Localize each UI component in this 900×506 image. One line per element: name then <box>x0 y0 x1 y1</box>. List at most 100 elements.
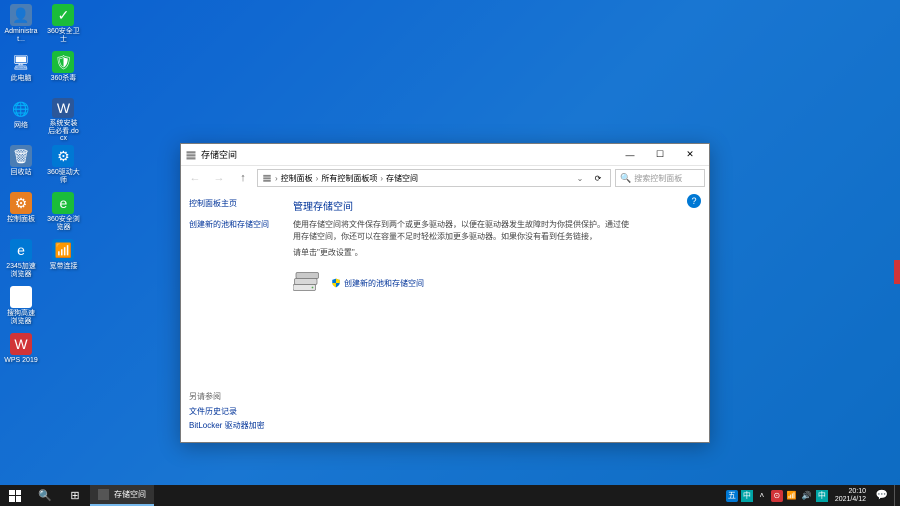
desktop-icon-label: 搜狗高速浏览器 <box>4 310 38 325</box>
app-icon <box>98 489 109 500</box>
desktop-icon[interactable]: 📶 宽带连接 <box>46 239 80 284</box>
description-text-2: 请单击"更改设置"。 <box>293 247 633 259</box>
desktop-icon[interactable]: ⚙ 360驱动大师 <box>46 145 80 190</box>
breadcrumb[interactable]: › 控制面板 › 所有控制面板项 › 存储空间 ⌄ ⟳ <box>257 169 611 187</box>
desktop-icon[interactable]: 🗑 回收站 <box>4 145 38 190</box>
volume-icon[interactable]: 🔊 <box>801 490 813 502</box>
desktop-icon-image: 🗑 <box>10 145 32 167</box>
breadcrumb-item[interactable]: 控制面板 <box>281 173 313 184</box>
breadcrumb-home-icon <box>262 173 272 183</box>
related-links: 另请参阅 文件历史记录 BitLocker 驱动器加密 <box>189 391 265 434</box>
tray-app-icon[interactable]: ⊙ <box>771 490 783 502</box>
desktop-icon-label: WPS 2019 <box>4 357 37 365</box>
show-desktop-button[interactable] <box>894 485 898 506</box>
bitlocker-link[interactable]: BitLocker 驱动器加密 <box>189 420 265 431</box>
desktop-icon-image: ⚙ <box>52 145 74 167</box>
window-title: 存储空间 <box>201 148 615 161</box>
ime-indicator[interactable]: 五 <box>726 490 738 502</box>
page-heading: 管理存储空间 <box>293 198 697 213</box>
search-taskbar-button[interactable]: 🔍 <box>30 485 60 506</box>
desktop-icon[interactable]: e 2345加速浏览器 <box>4 239 38 284</box>
back-button[interactable]: ← <box>185 169 205 187</box>
desktop-icon-image: W <box>10 333 32 355</box>
desktop-icon-label: 宽带连接 <box>49 263 77 271</box>
desktop-icon-image: 📶 <box>52 239 74 261</box>
desktop-icon-label: 控制面板 <box>7 216 35 224</box>
desktop-icon-label: 回收站 <box>11 169 32 177</box>
search-input[interactable]: 🔍 搜索控制面板 <box>615 169 705 187</box>
ime-lang-indicator[interactable]: 中 <box>816 490 828 502</box>
close-button[interactable]: ✕ <box>675 145 705 165</box>
minimize-button[interactable]: — <box>615 145 645 165</box>
desktop-icon-image: ⚙ <box>10 192 32 214</box>
desktop-icon-label: 网络 <box>14 122 28 130</box>
tray-overflow-button[interactable]: ˄ <box>756 490 768 502</box>
related-header: 另请参阅 <box>189 391 265 402</box>
storage-spaces-window: 存储空间 — ☐ ✕ ← → ↑ › 控制面板 › 所有控制面板项 › 存储空间… <box>180 143 710 443</box>
maximize-button[interactable]: ☐ <box>645 145 675 165</box>
content-pane: ? 管理存储空间 使用存储空间将文件保存到两个或更多驱动器，以便在驱动器发生故障… <box>281 190 709 442</box>
start-button[interactable] <box>0 485 30 506</box>
uac-shield-icon <box>331 278 341 288</box>
taskbar-app-storage-spaces[interactable]: 存储空间 <box>90 485 154 506</box>
windows-logo-icon <box>9 490 21 502</box>
breadcrumb-item[interactable]: 所有控制面板项 <box>321 173 377 184</box>
clock[interactable]: 20:10 2021/4/12 <box>831 488 870 503</box>
forward-button[interactable]: → <box>209 169 229 187</box>
desktop-icon-image: 🌐 <box>10 98 32 120</box>
window-icon <box>185 149 197 161</box>
help-button[interactable]: ? <box>687 194 701 208</box>
edge-tab-badge[interactable] <box>894 260 900 284</box>
create-pool-sidebar-link[interactable]: 创建新的池和存储空间 <box>189 219 273 230</box>
control-panel-home-link[interactable]: 控制面板主页 <box>189 198 273 209</box>
up-button[interactable]: ↑ <box>233 169 253 187</box>
action-center-button[interactable]: 💬 <box>873 490 891 501</box>
desktop-icon-label: 360安全浏览器 <box>46 216 80 231</box>
desktop: 👤 Administrat... 🖥 此电脑 🌐 网络 🗑 回收站 ⚙ 控制面板 e 2345加速浏览… <box>0 0 900 485</box>
description-text: 使用存储空间将文件保存到两个或更多驱动器，以便在驱动器发生故障时为你提供保护。通… <box>293 219 633 243</box>
desktop-icon[interactable]: ✓ 360安全卫士 <box>46 4 80 49</box>
task-view-button[interactable]: ⊞ <box>60 485 90 506</box>
desktop-icon[interactable]: 🖥 此电脑 <box>4 51 38 96</box>
desktop-icon-image: e <box>10 239 32 261</box>
drives-icon <box>293 269 323 297</box>
desktop-icon-image: S <box>10 286 32 308</box>
breadcrumb-dropdown[interactable]: ⌄ <box>573 174 587 183</box>
desktop-icon-image: e <box>52 192 74 214</box>
desktop-icon-label: 2345加速浏览器 <box>4 263 38 278</box>
title-bar: 存储空间 — ☐ ✕ <box>181 144 709 166</box>
refresh-button[interactable]: ⟳ <box>590 174 606 183</box>
create-pool-link[interactable]: 创建新的池和存储空间 <box>331 278 424 289</box>
window-body: 控制面板主页 创建新的池和存储空间 另请参阅 文件历史记录 BitLocker … <box>181 190 709 442</box>
desktop-icon-label: 360杀毒 <box>51 75 77 83</box>
desktop-icon[interactable]: W系统安装后必看.docx <box>46 98 80 143</box>
ime-mode-indicator[interactable]: 中 <box>741 490 753 502</box>
file-history-link[interactable]: 文件历史记录 <box>189 406 265 417</box>
desktop-icon-image: W <box>52 98 74 118</box>
desktop-icon[interactable]: W WPS 2019 <box>4 333 38 378</box>
create-pool-row: 创建新的池和存储空间 <box>293 269 697 297</box>
desktop-icon-image: 🖥 <box>10 51 32 73</box>
desktop-icon-image: ✓ <box>52 4 74 26</box>
desktop-icon[interactable]: 🌐 网络 <box>4 98 38 143</box>
taskbar: 🔍 ⊞ 存储空间 五 中 ˄ ⊙ 📶 🔊 中 20:10 2021/4/12 💬 <box>0 485 900 506</box>
desktop-icon[interactable]: ⚙ 控制面板 <box>4 192 38 237</box>
desktop-icon[interactable]: e 360安全浏览器 <box>46 192 80 237</box>
desktop-icon-label: Administrat... <box>4 28 38 43</box>
system-tray: 五 中 ˄ ⊙ 📶 🔊 中 20:10 2021/4/12 💬 <box>726 485 900 506</box>
desktop-icon[interactable]: 🛡 360杀毒 <box>46 51 80 96</box>
desktop-icon-label: 360驱动大师 <box>46 169 80 184</box>
desktop-icon-label: 此电脑 <box>11 75 32 83</box>
sidebar: 控制面板主页 创建新的池和存储空间 另请参阅 文件历史记录 BitLocker … <box>181 190 281 442</box>
desktop-icons-grid: 👤 Administrat... 🖥 此电脑 🌐 网络 🗑 回收站 ⚙ 控制面板 e 2345加速浏览… <box>4 4 84 380</box>
desktop-icon-image: 👤 <box>10 4 32 26</box>
desktop-icon-label: 360安全卫士 <box>46 28 80 43</box>
desktop-icon-label: 系统安装后必看.docx <box>46 120 80 143</box>
network-icon[interactable]: 📶 <box>786 490 798 502</box>
address-bar: ← → ↑ › 控制面板 › 所有控制面板项 › 存储空间 ⌄ ⟳ 🔍 搜索控制… <box>181 166 709 190</box>
breadcrumb-item[interactable]: 存储空间 <box>386 173 418 184</box>
search-icon: 🔍 <box>620 173 631 184</box>
desktop-icon[interactable]: S 搜狗高速浏览器 <box>4 286 38 331</box>
desktop-icon[interactable]: 👤 Administrat... <box>4 4 38 49</box>
desktop-icon-image: 🛡 <box>52 51 74 73</box>
